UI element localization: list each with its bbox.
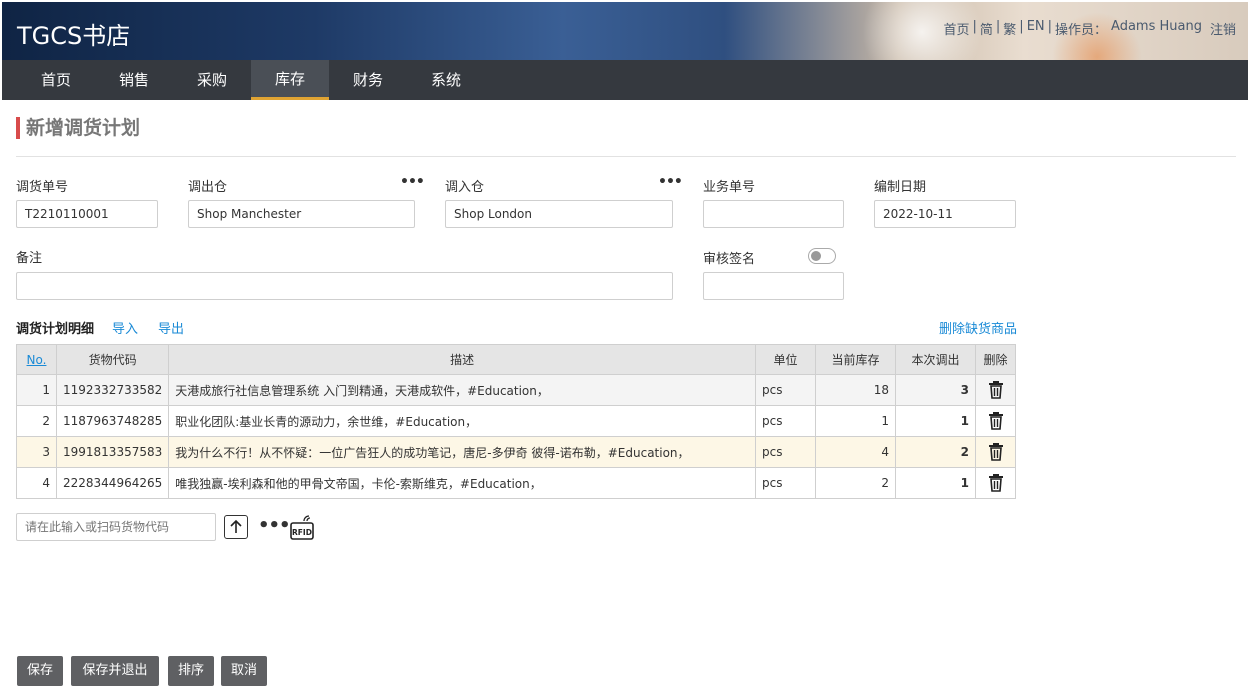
rfid-icon[interactable]: RFID <box>290 515 316 545</box>
sort-button[interactable]: 排序 <box>168 656 214 686</box>
table-row[interactable]: 4 2228344964265 唯我独赢-埃利森和他的甲骨文帝国，卡伦-索斯维克… <box>16 467 1016 499</box>
date-field[interactable]: 2022-10-11 <box>874 200 1016 228</box>
separator: | <box>995 19 1001 34</box>
approve-toggle[interactable] <box>808 248 836 264</box>
row-desc: 我为什么不行！从不怀疑：一位广告狂人的成功笔记，唐尼-多伊奇 彼得-诺布勒，#E… <box>168 436 756 468</box>
row-delete <box>975 374 1016 406</box>
to-warehouse-more-icon[interactable]: ••• <box>658 174 683 190</box>
row-delete <box>975 405 1016 437</box>
table-header: No. 货物代码 描述 单位 当前库存 本次调出 删除 <box>16 344 1016 375</box>
save-button[interactable]: 保存 <box>17 656 63 686</box>
app-logo: TGCS书店 <box>17 22 131 50</box>
col-code: 货物代码 <box>55 344 170 375</box>
nav-sales[interactable]: 销售 <box>95 60 173 100</box>
nav-purchase[interactable]: 采购 <box>173 60 251 100</box>
row-qty[interactable]: 1 <box>895 467 976 499</box>
row-stock: 2 <box>815 467 896 499</box>
import-link[interactable]: 导入 <box>112 318 138 337</box>
trash-icon[interactable] <box>988 443 1004 461</box>
link-home[interactable]: 首页 <box>943 19 969 38</box>
nav-finance[interactable]: 财务 <box>329 60 407 100</box>
delete-shortage-link[interactable]: 删除缺货商品 <box>939 318 1017 337</box>
top-links: 首页 | 简 | 繁 | EN | 操作员： Adams Huang 注销 <box>943 19 1236 38</box>
row-stock: 18 <box>815 374 896 406</box>
logout-link[interactable]: 注销 <box>1210 19 1236 38</box>
row-qty[interactable]: 2 <box>895 436 976 468</box>
to-warehouse-field[interactable]: Shop London <box>445 200 673 228</box>
approve-label: 审核签名 <box>703 252 756 267</box>
separator: | <box>972 19 977 34</box>
biz-no-label: 业务单号 <box>703 180 756 195</box>
export-link[interactable]: 导出 <box>158 318 184 337</box>
from-warehouse-label: 调出仓 <box>188 180 228 195</box>
toggle-knob <box>811 251 821 261</box>
link-english[interactable]: EN <box>1027 19 1045 38</box>
operator-name: Adams Huang <box>1111 19 1202 34</box>
upload-arrow-icon[interactable] <box>224 515 248 539</box>
trash-icon[interactable] <box>988 474 1004 492</box>
svg-text:RFID: RFID <box>292 528 312 537</box>
row-unit: pcs <box>755 436 816 468</box>
row-qty[interactable]: 3 <box>895 374 976 406</box>
col-unit: 单位 <box>755 344 816 375</box>
col-stock: 当前库存 <box>815 344 896 375</box>
row-no: 4 <box>16 467 57 499</box>
divider <box>16 156 1236 157</box>
row-code: 1187963748285 <box>55 405 170 437</box>
row-unit: pcs <box>755 405 816 437</box>
separator: | <box>1019 19 1024 34</box>
row-desc: 天港成旅行社信息管理系统 入门到精通，天港成软件，#Education， <box>168 374 756 406</box>
col-desc: 描述 <box>168 344 756 375</box>
row-desc: 职业化团队:基业长青的源动力，余世维，#Education， <box>168 405 756 437</box>
col-qty: 本次调出 <box>895 344 976 375</box>
date-label: 编制日期 <box>874 180 927 195</box>
from-warehouse-field[interactable]: Shop Manchester <box>188 200 415 228</box>
approve-field[interactable] <box>703 272 844 300</box>
row-code: 1192332733582 <box>55 374 170 406</box>
table-row[interactable]: 1 1192332733582 天港成旅行社信息管理系统 入门到精通，天港成软件… <box>16 374 1016 406</box>
biz-no-field[interactable] <box>703 200 844 228</box>
table-row[interactable]: 2 1187963748285 职业化团队:基业长青的源动力，余世维，#Educ… <box>16 405 1016 437</box>
scan-input[interactable] <box>16 513 216 541</box>
row-qty[interactable]: 1 <box>895 405 976 437</box>
separator: | <box>1047 19 1053 34</box>
main-nav: 首页 销售 采购 库存 财务 系统 <box>2 60 1248 100</box>
table-row[interactable]: 3 1991813357583 我为什么不行！从不怀疑：一位广告狂人的成功笔记，… <box>16 436 1016 468</box>
row-stock: 1 <box>815 405 896 437</box>
remark-label: 备注 <box>16 251 43 266</box>
row-no: 1 <box>16 374 57 406</box>
nav-home[interactable]: 首页 <box>17 60 95 100</box>
row-delete <box>975 467 1016 499</box>
page-title: 新增调货计划 <box>16 117 140 139</box>
remark-field[interactable] <box>16 272 673 300</box>
col-no[interactable]: No. <box>16 344 57 375</box>
row-unit: pcs <box>755 467 816 499</box>
nav-inventory[interactable]: 库存 <box>251 60 329 100</box>
trash-icon[interactable] <box>988 381 1004 399</box>
operator-label: 操作员： <box>1055 23 1108 38</box>
row-no: 2 <box>16 405 57 437</box>
link-simplified[interactable]: 简 <box>980 19 993 38</box>
row-code: 2228344964265 <box>55 467 170 499</box>
header-banner: TGCS书店 首页 | 简 | 繁 | EN | 操作员： Adams Huan… <box>2 2 1248 60</box>
row-no: 3 <box>16 436 57 468</box>
order-no-label: 调货单号 <box>16 180 69 195</box>
details-table: No. 货物代码 描述 单位 当前库存 本次调出 删除 1 1192332733… <box>16 344 1016 499</box>
nav-system[interactable]: 系统 <box>407 60 485 100</box>
save-exit-button[interactable]: 保存并退出 <box>71 656 159 686</box>
row-code: 1991813357583 <box>55 436 170 468</box>
link-traditional[interactable]: 繁 <box>1003 19 1016 38</box>
more-dots-icon[interactable]: ••• <box>258 515 291 536</box>
cancel-button[interactable]: 取消 <box>221 656 267 686</box>
row-desc: 唯我独赢-埃利森和他的甲骨文帝国，卡伦-索斯维克，#Education， <box>168 467 756 499</box>
trash-icon[interactable] <box>988 412 1004 430</box>
row-unit: pcs <box>755 374 816 406</box>
details-title: 调货计划明细 <box>16 322 95 337</box>
order-no-field[interactable]: T2210110001 <box>16 200 158 228</box>
row-stock: 4 <box>815 436 896 468</box>
to-warehouse-label: 调入仓 <box>445 180 485 195</box>
from-warehouse-more-icon[interactable]: ••• <box>400 174 425 190</box>
col-delete: 删除 <box>975 344 1016 375</box>
row-delete <box>975 436 1016 468</box>
